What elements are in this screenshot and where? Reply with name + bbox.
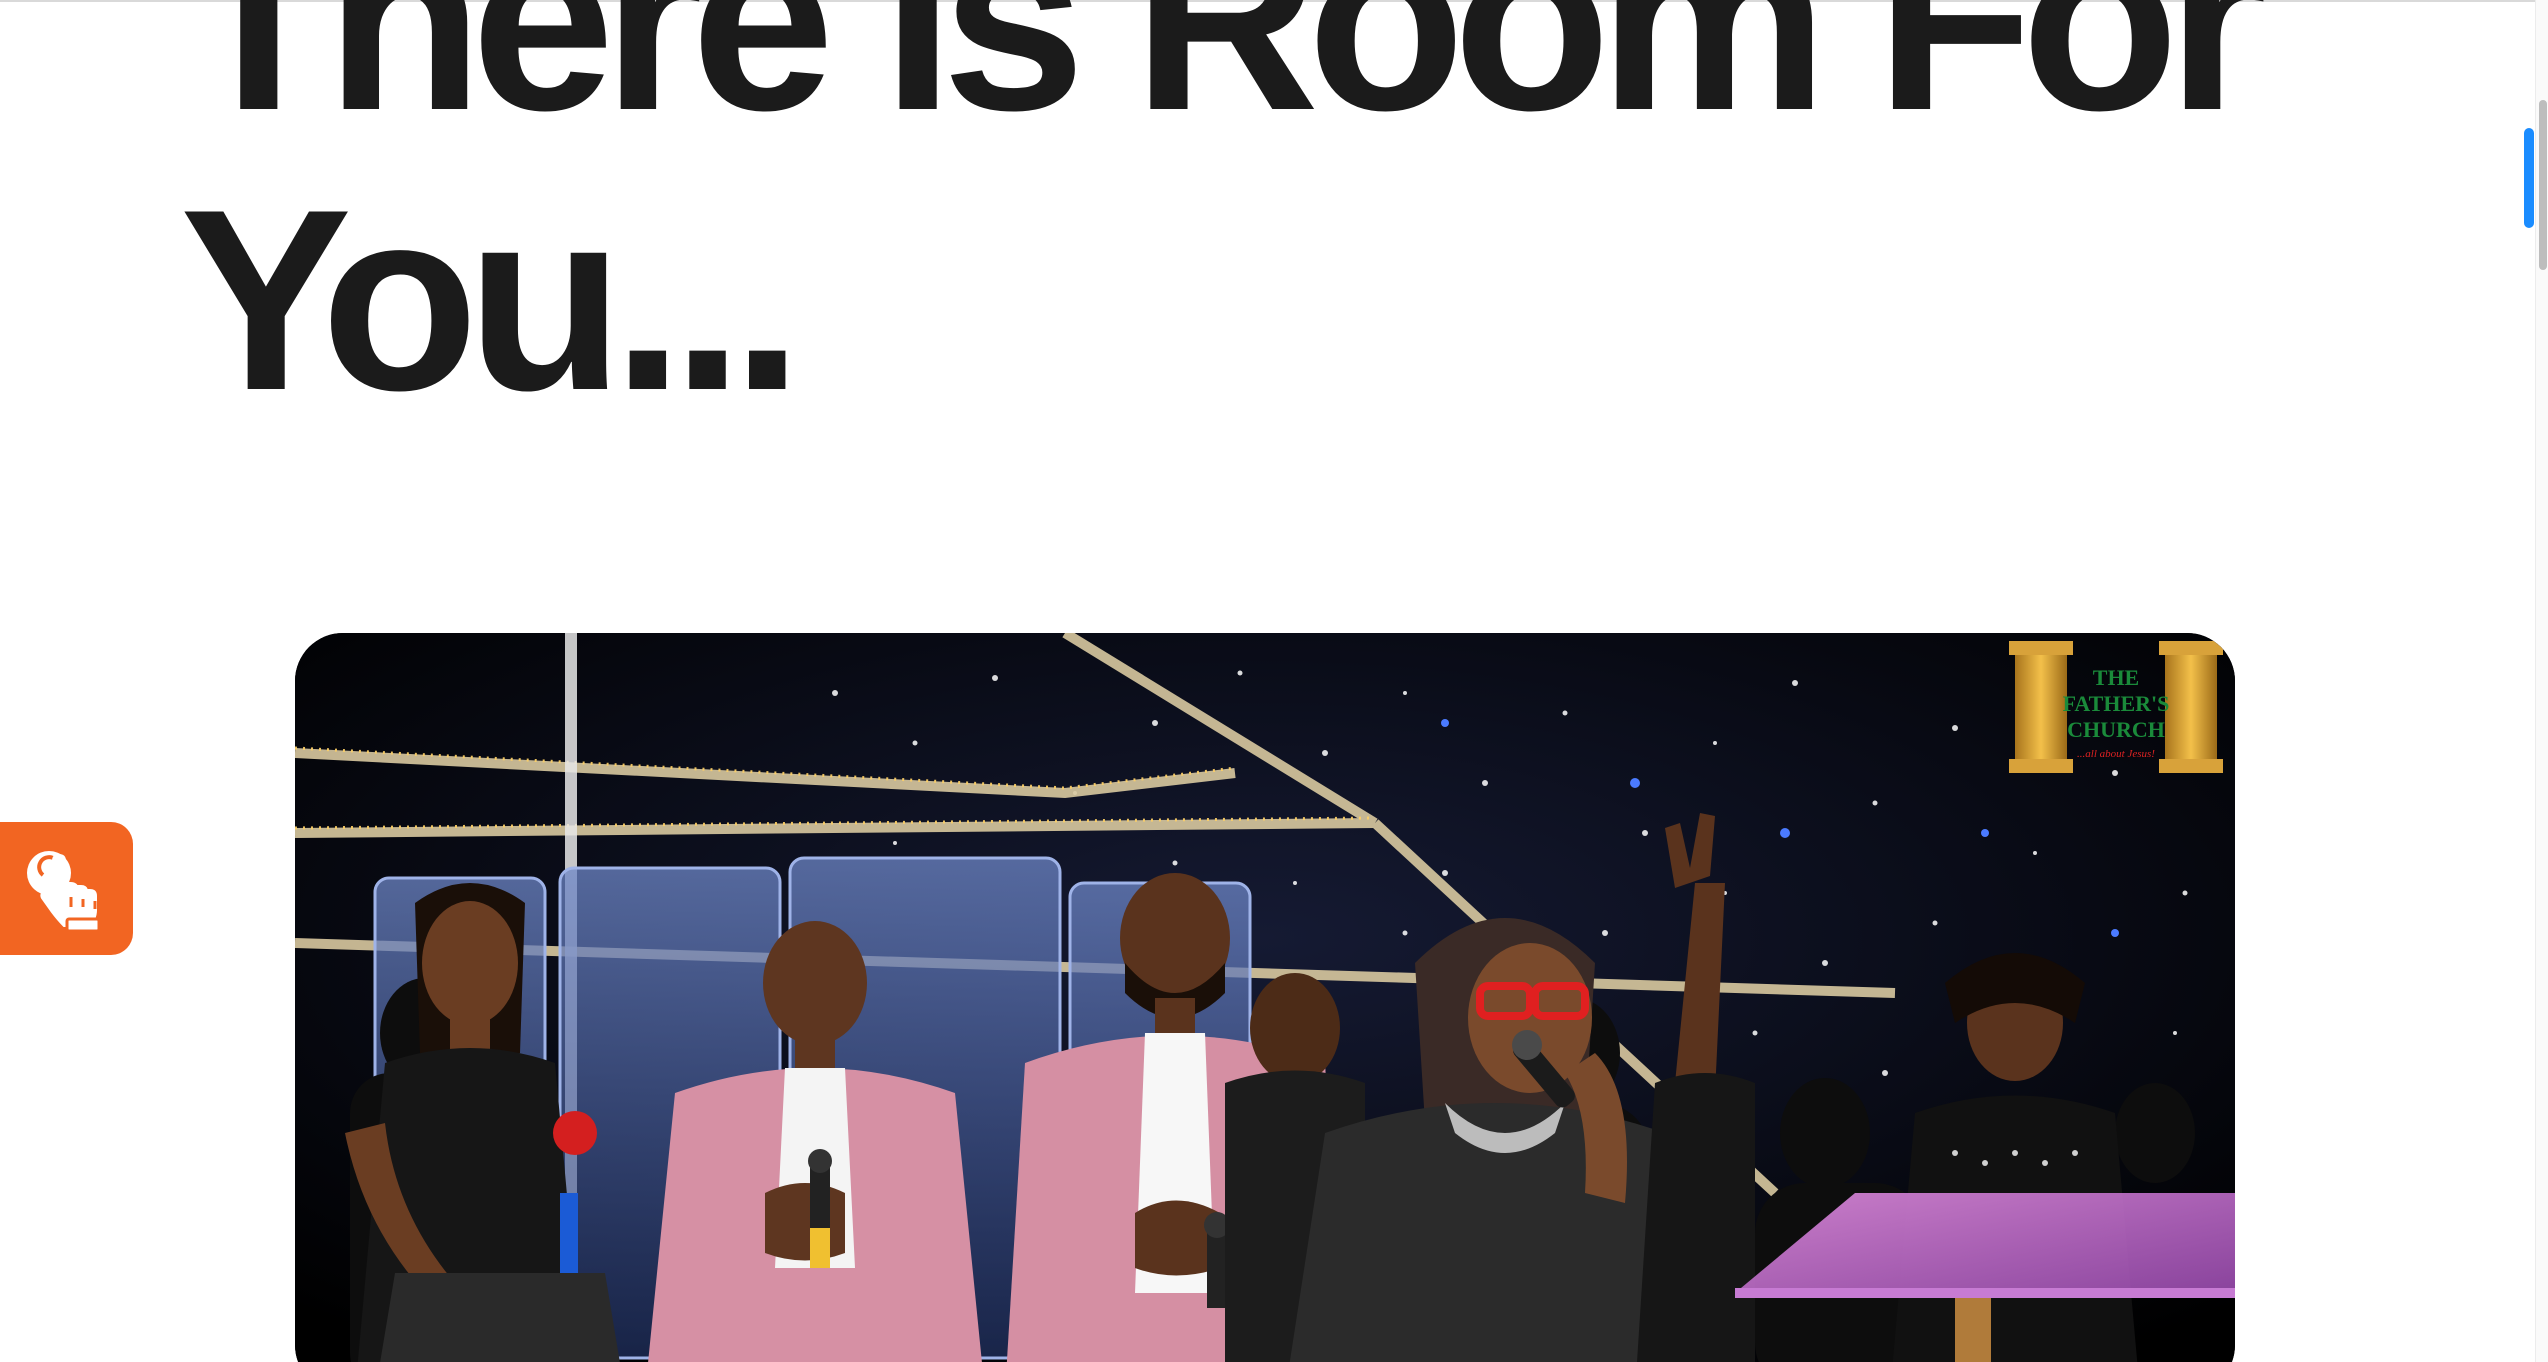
logo-line3: CHURCH (2067, 717, 2165, 742)
page: There Is Room For You... THE FATHER'S CH… (0, 0, 2548, 1362)
scrollbar-thumb[interactable] (2539, 100, 2547, 270)
pointing-hand-icon (26, 850, 100, 932)
worship-team-photo: THE FATHER'S CHURCH ...all about Jesus! (295, 633, 2235, 1362)
hero-image: THE FATHER'S CHURCH ...all about Jesus! (295, 633, 2235, 1362)
accessibility-widget-button[interactable] (0, 822, 133, 955)
article-title: There Is Room For You... (180, 0, 2267, 444)
scroll-position-indicator (2524, 128, 2534, 228)
logo-line2: FATHER'S (2063, 691, 2170, 716)
logo-line1: THE (2093, 665, 2139, 690)
logo-tagline: ...all about Jesus! (2077, 748, 2155, 760)
